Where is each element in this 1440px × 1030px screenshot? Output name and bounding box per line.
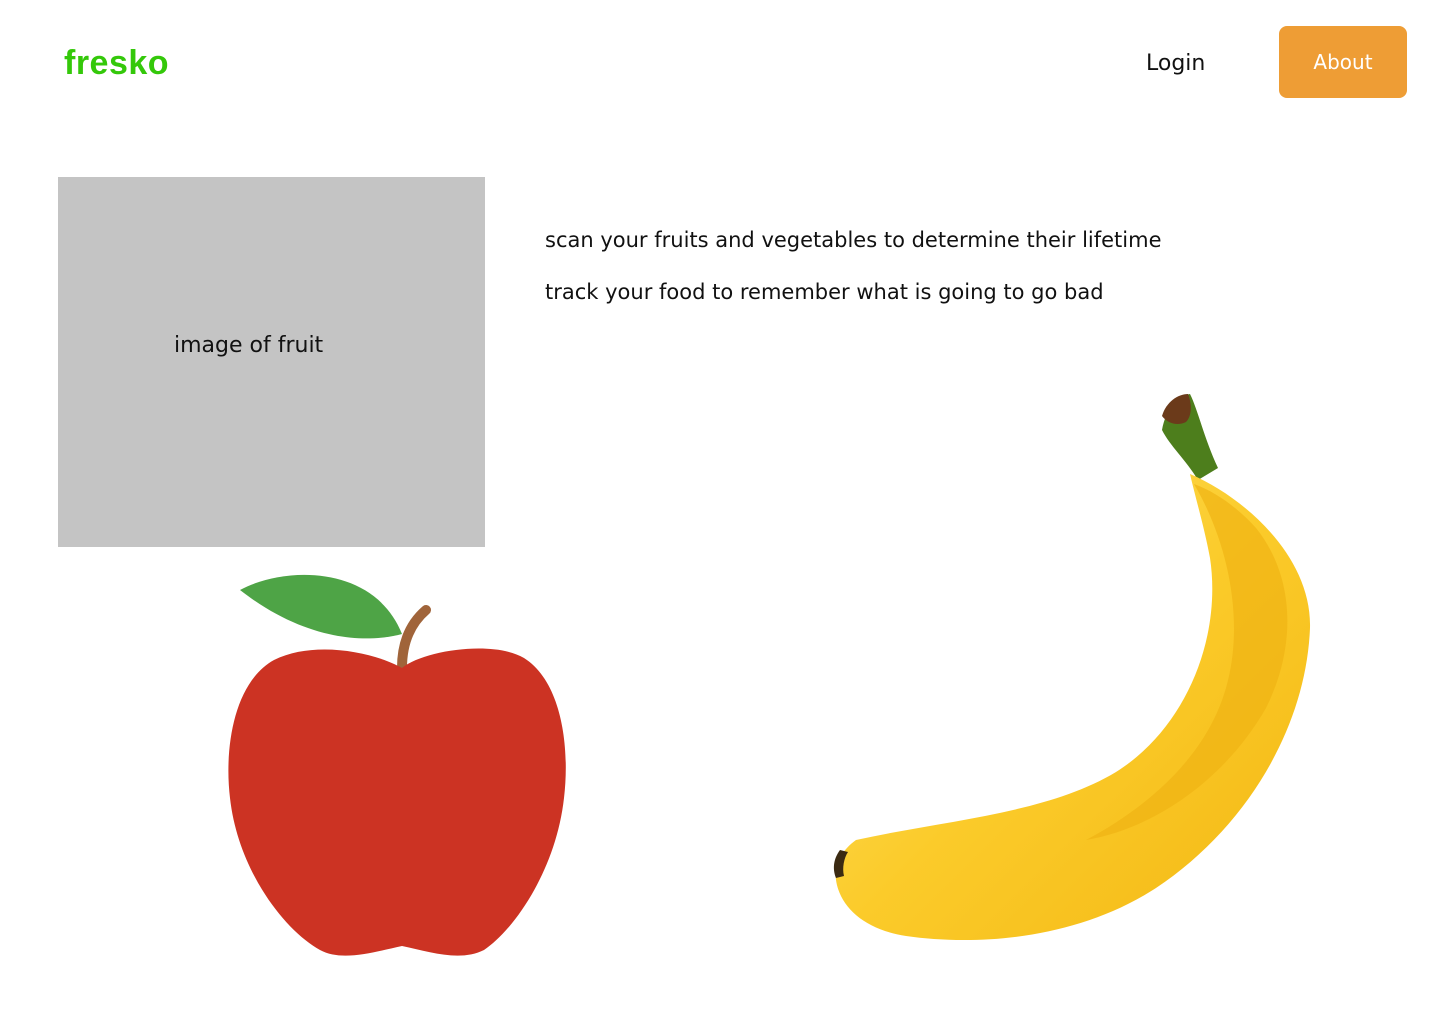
apple-icon <box>228 574 566 956</box>
brand-logo[interactable]: fresko <box>64 38 169 88</box>
login-link[interactable]: Login <box>1146 44 1205 84</box>
feature-item-scan: scan your fruits and vegetables to deter… <box>545 228 1162 252</box>
banana-icon <box>833 394 1311 941</box>
apple-leaf <box>240 574 402 639</box>
banana-stem-tip <box>1162 394 1191 424</box>
fruit-image-placeholder: image of fruit <box>58 177 485 547</box>
about-button[interactable]: About <box>1279 26 1407 98</box>
feature-list: scan your fruits and vegetables to deter… <box>545 214 1162 318</box>
feature-item-track: track your food to remember what is goin… <box>545 280 1104 304</box>
fruit-image-placeholder-label: image of fruit <box>174 333 324 358</box>
apple-body <box>228 648 566 956</box>
